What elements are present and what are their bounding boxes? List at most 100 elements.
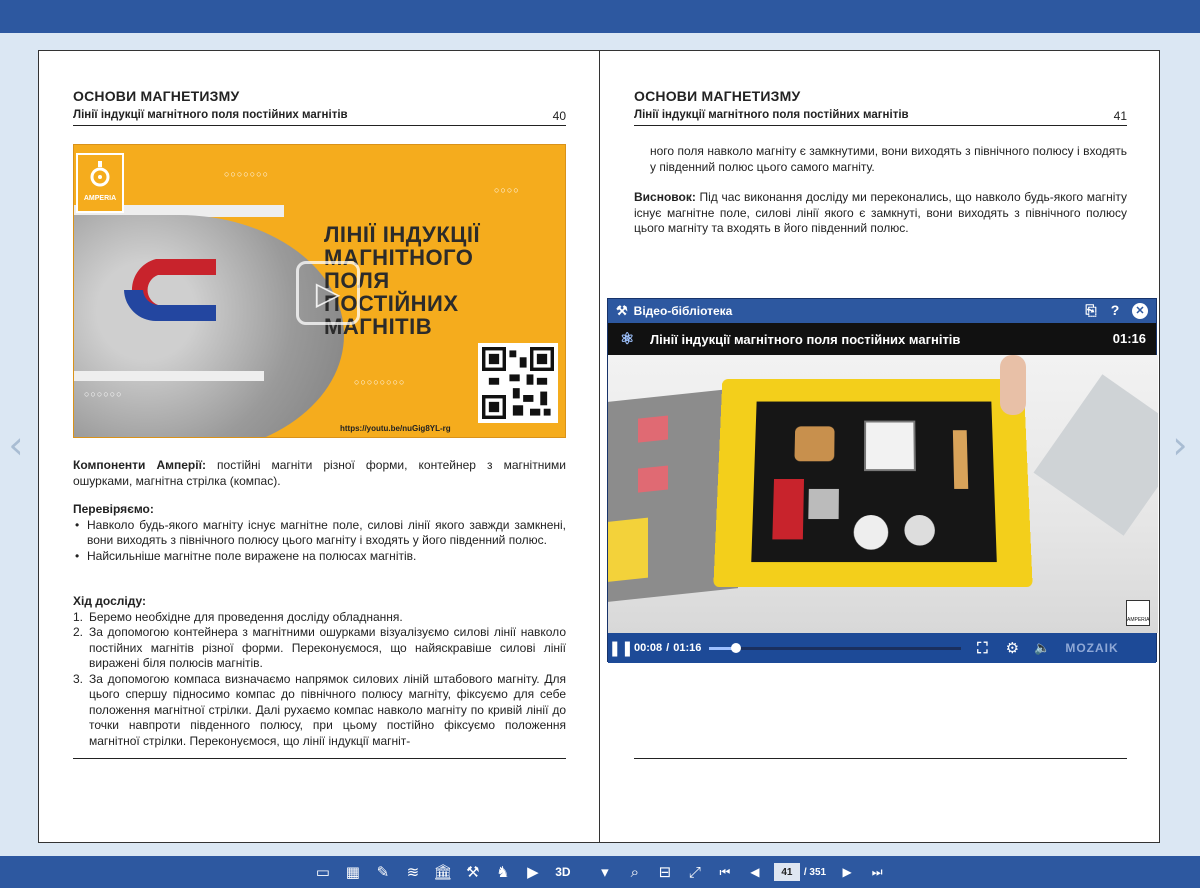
banner-url[interactable]: https://youtu.be/nuGig8YL-rg — [340, 424, 451, 433]
conclusion-paragraph: Висновок: Під час виконання досліду ми п… — [634, 190, 1127, 237]
progress-track[interactable] — [709, 642, 962, 653]
library-icon[interactable]: 🏛 — [428, 860, 458, 884]
procedure-section: Хід досліду: 1. Беремо необхідне для пров… — [73, 594, 566, 749]
qr-code-icon — [478, 343, 558, 423]
decor-dots: ○○○○○○○ — [224, 169, 270, 179]
step-number: 1. — [73, 609, 84, 624]
video-controls: ❚❚ 00:08 / 01:16 ⛶ ⚙ 🔈 MOZAIK — [608, 633, 1156, 663]
last-page-icon[interactable]: ⏭ — [862, 860, 892, 884]
mozaik-logo: MOZAIK — [1065, 641, 1119, 655]
procedure-list: 1. Беремо необхідне для проведення дослід… — [73, 610, 566, 750]
hammer-icon: ⚒ — [616, 303, 628, 318]
amperia-logo-text: AMPERIA — [83, 195, 117, 202]
check-list: Навколо будь-якого магніту існує магнітн… — [73, 518, 566, 565]
volume-icon[interactable]: 🔈 — [1027, 636, 1057, 660]
chapter-title: ОСНОВИ МАГНЕТИЗМУ — [73, 88, 240, 104]
horseshoe-magnet-icon — [124, 259, 216, 321]
check-section: Перевіряємо: Навколо будь-якого магніту … — [73, 502, 566, 564]
save-icon[interactable]: ⎘ — [1082, 301, 1100, 319]
fullscreen-icon[interactable]: ⛶ — [967, 636, 997, 660]
page-number-input[interactable] — [773, 863, 800, 881]
atom-icon: ⚛ — [620, 331, 635, 348]
banner-title-line: ЛІНІЇ ІНДУКЦІЇ — [324, 222, 481, 247]
video-window-titlebar[interactable]: ⚒ Відео-бібліотека ⎘ ? ✕ — [608, 299, 1156, 323]
page-footer-rule — [73, 758, 566, 759]
tools-icon[interactable]: ⚒ — [458, 860, 488, 884]
play-icon[interactable]: ▷ — [296, 261, 360, 325]
components-label: Компоненти Амперії: — [73, 458, 206, 472]
continuation-paragraph: ного поля навколо магніту є замкнутими, … — [650, 144, 1127, 174]
banner-stripe — [74, 371, 264, 381]
next-page-arrow-icon[interactable]: › — [1170, 425, 1190, 465]
list-item: 2. За допомогою контейнера з магнітними о… — [73, 625, 566, 672]
page-number: 41 — [1113, 109, 1127, 123]
video-title: Лінії індукції магнітного поля постійних… — [650, 331, 961, 347]
zoom-icon[interactable]: ⌕ — [620, 860, 650, 884]
prev-page-arrow-icon[interactable]: ‹ — [6, 425, 26, 465]
video-frame[interactable]: AMPERIA — [608, 355, 1158, 633]
video-scene-tray — [713, 378, 1033, 588]
check-heading: Перевіряємо: — [73, 502, 154, 516]
video-banner[interactable]: AMPERIA ○○○○○○○ ○○○○ ○○○○○○○○ ○○○○○○ ЛІН… — [73, 144, 566, 438]
fit-page-icon[interactable]: ⤢ — [680, 860, 710, 884]
progress-handle[interactable] — [730, 642, 741, 653]
step-text: За допомогою контейнера з магнітними ошу… — [89, 625, 566, 670]
chapter-title: ОСНОВИ МАГНЕТИЗМУ — [634, 88, 801, 104]
total-time: 01:16 — [673, 642, 702, 654]
step-number: 3. — [73, 671, 84, 686]
video-corner-brand: AMPERIA — [1127, 617, 1150, 623]
components-paragraph: Компоненти Амперії: постійні магніти різ… — [73, 458, 566, 489]
amperia-logo-icon — [90, 161, 110, 187]
book-spine — [599, 50, 600, 843]
prev-page-icon[interactable]: ◀ — [740, 860, 770, 884]
step-text: Беремо необхідне для проведення досліду … — [89, 609, 403, 624]
conclusion-label: Висновок: — [634, 190, 696, 204]
video-corner-logo: AMPERIA — [1126, 600, 1150, 626]
video-header: ⚛ Лінії індукції магнітного поля постійн… — [608, 323, 1156, 355]
time-separator: / — [666, 642, 670, 654]
conclusion-text: Під час виконання досліду ми переконалис… — [634, 190, 1127, 235]
section-subtitle: Лінії індукції магнітного поля постійних… — [73, 109, 566, 126]
list-item: 1. Беремо необхідне для проведення дослід… — [73, 610, 566, 626]
layers-icon[interactable]: ≋ — [398, 860, 428, 884]
pause-icon[interactable]: ❚❚ — [608, 636, 634, 660]
decor-dots: ○○○○○○○○ — [354, 377, 406, 387]
video-library-window[interactable]: ⚒ Відео-бібліотека ⎘ ? ✕ ⚛ Лінії індукці… — [607, 298, 1158, 663]
first-page-icon[interactable]: ⏮ — [710, 860, 740, 884]
amperia-logo: AMPERIA — [76, 153, 124, 213]
book-view-icon[interactable]: ⊟ — [650, 860, 680, 884]
video-scene-tray-inner — [751, 401, 997, 563]
video-window-title: Відео-бібліотека — [633, 304, 733, 318]
help-icon[interactable]: ? — [1106, 301, 1124, 319]
list-item: Навколо будь-якого магніту існує магнітн… — [73, 518, 566, 549]
subtitle-text: Лінії індукції магнітного поля постійних… — [634, 109, 909, 121]
page-number: 40 — [552, 109, 566, 123]
video-duration: 01:16 — [1112, 331, 1146, 346]
chess-icon[interactable]: ♞ — [488, 860, 518, 884]
video-scene-paper — [1033, 374, 1158, 536]
list-item: 3. За допомогою компаса визначаємо напрям… — [73, 672, 566, 750]
decor-dots: ○○○○○○ — [84, 389, 123, 399]
page-total: / 351 — [803, 866, 827, 878]
play-circle-icon[interactable]: ▶ — [518, 860, 548, 884]
bottom-toolbar: ▭ ▦ ✎ ≋ 🏛 ⚒ ♞ ▶ 3D ▾ ⌕ ⊟ ⤢ ⏮ ◀ / 351 ▶ ⏭ — [0, 856, 1200, 888]
next-page-icon[interactable]: ▶ — [832, 860, 862, 884]
top-bar — [0, 0, 1200, 33]
left-page: ОСНОВИ МАГНЕТИЗМУ Лінії індукції магнітн… — [73, 50, 566, 843]
video-scene-hand — [1000, 355, 1026, 415]
grid-icon[interactable]: ▦ — [338, 860, 368, 884]
notes-icon[interactable]: ✎ — [368, 860, 398, 884]
procedure-heading: Хід досліду: — [73, 594, 146, 608]
page-footer-rule — [634, 758, 1127, 759]
subtitle-text: Лінії індукції магнітного поля постійних… — [73, 109, 348, 121]
list-item: Найсильніше магнітне поле виражене на по… — [73, 549, 566, 565]
close-icon[interactable]: ✕ — [1132, 303, 1148, 319]
step-number: 2. — [73, 625, 84, 639]
presentation-icon[interactable]: ▾ — [590, 860, 620, 884]
screen-icon[interactable]: ▭ — [308, 860, 338, 884]
3d-icon[interactable]: 3D — [548, 860, 578, 884]
elapsed-time: 00:08 — [634, 642, 663, 654]
section-subtitle: Лінії індукції магнітного поля постійних… — [634, 109, 1127, 126]
gear-icon[interactable]: ⚙ — [997, 636, 1027, 660]
step-text: За допомогою компаса визначаємо напрямок… — [89, 671, 566, 748]
